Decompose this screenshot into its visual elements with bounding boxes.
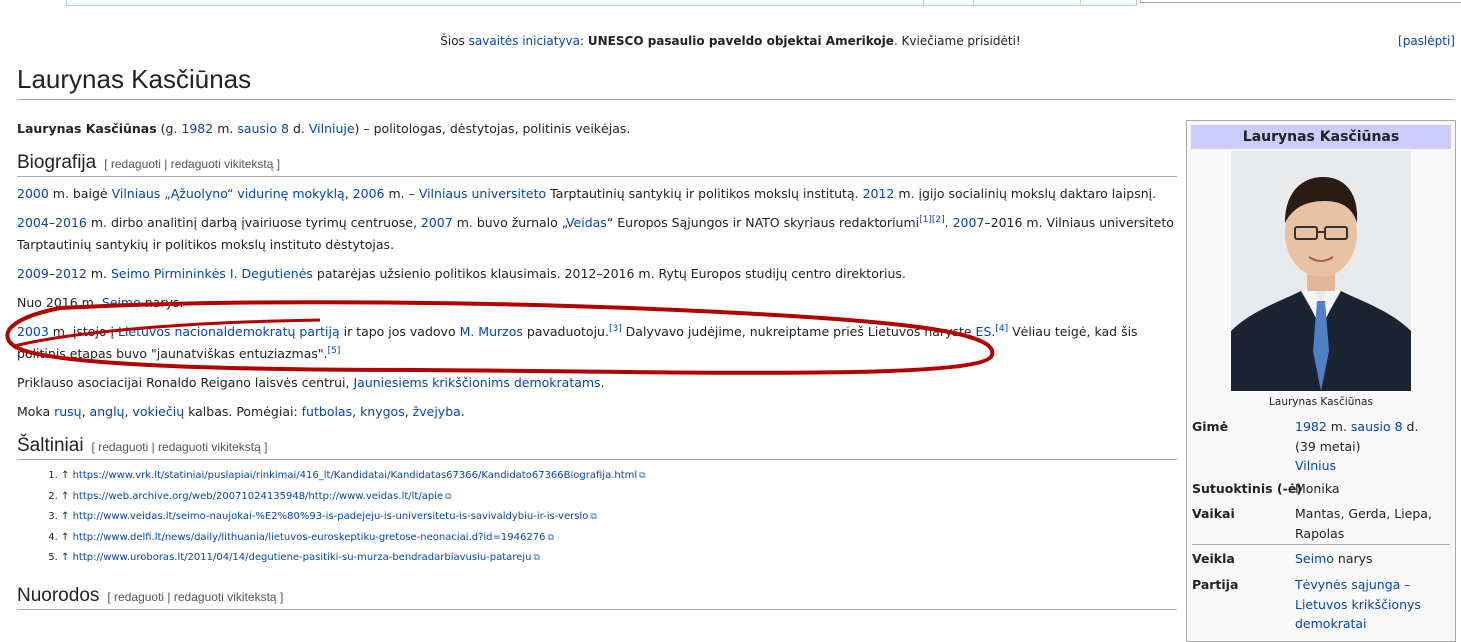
link-hobby[interactable]: žvejyba [413, 404, 461, 419]
link-year[interactable]: 2012 [55, 266, 87, 281]
photo-caption: Laurynas Kasčiūnas [1269, 396, 1373, 408]
footnote-ref[interactable]: [5] [328, 346, 341, 356]
link-year[interactable]: 2004 [17, 215, 49, 230]
link-date[interactable]: sausio 8 [237, 121, 289, 136]
tab-right-2[interactable] [973, 0, 1081, 6]
article-body: Laurynas Kasčiūnas (g. 1982 m. sausio 8 … [17, 118, 1177, 610]
link-hobby[interactable]: knygos [360, 404, 405, 419]
link-speaker[interactable]: Seimo Pirmininkės I. Degutienės [111, 266, 313, 281]
link-veidas[interactable]: Veidas [566, 215, 607, 230]
link-seimas[interactable]: Seimo [102, 295, 141, 310]
heading-biografija: Biografija[ redaguoti | redaguoti vikite… [17, 152, 1177, 177]
value-activity: Seimo narys [1295, 551, 1373, 566]
notice-colon: : [580, 34, 585, 48]
site-notice: Šios savaitės iniciatyva: UNESCO pasauli… [0, 34, 1461, 48]
link-school[interactable]: Vilniaus „Ąžuolyno“ vidurinę mokyklą [112, 186, 345, 201]
lead-name: Laurynas Kasčiūnas [17, 121, 157, 136]
reference-item: ↑ http://www.veidas.lt/seimo-naujokai-%E… [61, 507, 1177, 528]
link-year[interactable]: 2007 [953, 215, 985, 230]
tab-left-2[interactable] [142, 0, 922, 6]
link-year[interactable]: 2000 [17, 186, 49, 201]
bio-paragraph: 2009–2012 m. Seimo Pirmininkės I. Deguti… [17, 266, 906, 281]
link-year[interactable]: 2016 [55, 215, 87, 230]
notice-text: Šios [440, 34, 465, 48]
link-year[interactable]: 2006 [353, 186, 385, 201]
edit-section-link[interactable]: [ redaguoti | redaguoti vikitekstą ] [104, 157, 280, 171]
reference-link[interactable]: http://www.veidas.lt/seimo-naujokai-%E2%… [73, 511, 597, 522]
hide-notice-link[interactable]: [paslėpti] [1398, 34, 1455, 48]
label-born: Gimė [1192, 419, 1229, 434]
link-hobby[interactable]: futbolas [302, 404, 352, 419]
link-year[interactable]: 2003 [17, 324, 49, 339]
footnote-ref[interactable]: [3] [609, 324, 622, 334]
value-spouse: Monika [1295, 481, 1340, 496]
reference-item: ↑ https://web.archive.org/web/2007102413… [61, 487, 1177, 508]
link-year[interactable]: 2007 [421, 215, 453, 230]
heading-saltiniai: Šaltiniai[ redaguoti | redaguoti vikitek… [17, 435, 1177, 460]
link-murza[interactable]: M. Murzos [460, 324, 523, 339]
born-age: (39 metai) [1295, 438, 1361, 454]
link-year[interactable]: 2009 [17, 266, 49, 281]
tab-left-1[interactable] [66, 0, 143, 6]
link-seimas[interactable]: Seimo [1295, 551, 1334, 566]
references-list: ↑ https://www.vrk.lt/statiniai/puslapiai… [17, 466, 1177, 569]
value-children: Mantas, Gerda, Liepa, Rapolas [1295, 506, 1432, 541]
bio-paragraph: 2000 m. baigė Vilniaus „Ąžuolyno“ viduri… [17, 186, 1157, 201]
heading-nuorodos: Nuorodos[ redaguoti | redaguoti vikiteks… [17, 585, 1177, 610]
reference-link[interactable]: http://www.delfi.lt/news/daily/lithuania… [73, 532, 554, 543]
link-university[interactable]: Vilniaus universiteto [419, 186, 546, 201]
link-es[interactable]: ES [976, 324, 992, 339]
link-language[interactable]: vokiečių [132, 404, 184, 419]
label-spouse: Sutuoktinis (-ė) [1192, 481, 1303, 496]
link-youth-org[interactable]: Jauniesiems krikščionims demokratams [353, 375, 600, 390]
bio-paragraph: Priklauso asociacijai Ronaldo Reigano la… [17, 375, 605, 390]
bio-paragraph: Moka rusų, anglų, vokiečių kalbas. Pomėg… [17, 404, 465, 419]
reference-item: ↑ https://www.vrk.lt/statiniai/puslapiai… [61, 466, 1177, 487]
portrait-photo[interactable] [1231, 151, 1411, 391]
reference-link[interactable]: https://www.vrk.lt/statiniai/puslapiai/r… [73, 470, 646, 481]
tab-right-1[interactable] [923, 0, 974, 6]
value-born: 1982 m. sausio 8 d. (39 metai) Vilnius [1295, 419, 1419, 473]
infobox: Laurynas Kasčiūnas Laurynas Kasčiūnas Gi… [1186, 120, 1456, 642]
page-title: Laurynas Kasčiūnas [17, 64, 1455, 100]
link-born-place[interactable]: Vilnius [1295, 458, 1336, 473]
reference-item: ↑ http://www.uroboras.lt/2011/04/14/degu… [61, 548, 1177, 569]
top-tabs-strip [0, 0, 1461, 6]
label-party: Partija [1192, 577, 1239, 592]
edit-section-link[interactable]: [ redaguoti | redaguoti vikitekstą ] [92, 440, 268, 454]
bio-paragraph: 2004–2016 m. dirbo analitinį darbą įvair… [17, 214, 1174, 252]
footnote-ref[interactable]: [4] [995, 324, 1008, 334]
footnote-ref[interactable]: [1][2] [919, 215, 945, 225]
link-party[interactable]: Tėvynės sąjunga – Lietuvos krikščionys d… [1295, 575, 1455, 634]
link-language[interactable]: rusų [54, 404, 82, 419]
reference-item: ↑ http://www.delfi.lt/news/daily/lithuan… [61, 528, 1177, 549]
label-children: Vaikai [1192, 506, 1235, 521]
label-activity: Veikla [1192, 551, 1235, 566]
infobox-divider [1192, 544, 1450, 545]
notice-link[interactable]: savaitės iniciatyva [469, 34, 580, 48]
notice-bold-link[interactable]: UNESCO pasaulio paveldo objektai Ameriko… [588, 34, 894, 48]
link-born-date[interactable]: sausio 8 [1351, 419, 1403, 434]
link-vilniuje[interactable]: Vilniuje [309, 121, 355, 136]
link-party[interactable]: Lietuvos nacionaldemokratų partiją [118, 324, 340, 339]
search-input[interactable] [1140, 0, 1461, 3]
link-year[interactable]: 2012 [863, 186, 895, 201]
link-1982[interactable]: 1982 [181, 121, 213, 136]
tab-right-3[interactable] [1080, 0, 1137, 6]
bio-paragraph: Nuo 2016 m. Seimo narys. [17, 295, 184, 310]
reference-link[interactable]: https://web.archive.org/web/200710241359… [73, 491, 452, 502]
bio-paragraph-highlighted: 2003 m. įstojo į Lietuvos nacionaldemokr… [17, 323, 1138, 361]
reference-link[interactable]: http://www.uroboras.lt/2011/04/14/deguti… [73, 552, 540, 563]
notice-rest: . Kviečiame prisidėti! [893, 34, 1021, 48]
edit-section-link[interactable]: [ redaguoti | redaguoti vikitekstą ] [107, 590, 283, 604]
lead-paragraph: Laurynas Kasčiūnas (g. 1982 m. sausio 8 … [17, 121, 631, 136]
link-born-year[interactable]: 1982 [1295, 419, 1327, 434]
infobox-title: Laurynas Kasčiūnas [1191, 125, 1451, 149]
link-language[interactable]: anglų [90, 404, 125, 419]
